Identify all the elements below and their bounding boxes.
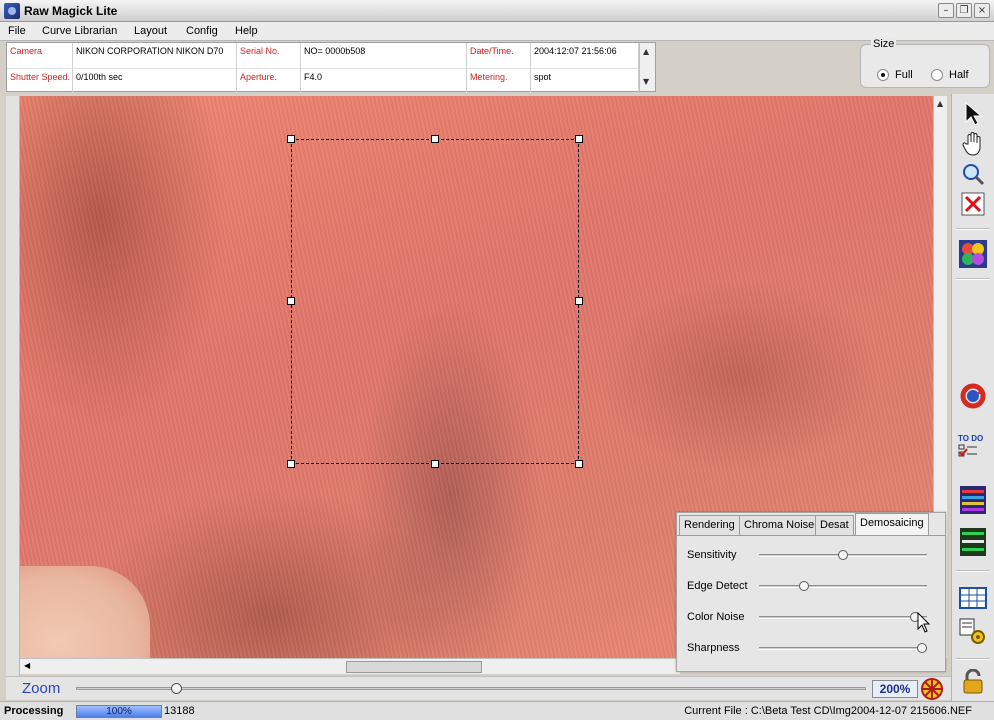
sharpness-slider-thumb[interactable] bbox=[916, 643, 927, 653]
datetime-value: 2004:12:07 21:56:06 bbox=[531, 43, 639, 68]
selection-handle[interactable] bbox=[575, 460, 583, 468]
color-noise-slider-track[interactable] bbox=[759, 616, 927, 619]
processing-panel: Rendering Chroma Noise Desat Demosaicing… bbox=[676, 512, 946, 672]
size-full-label: Full bbox=[895, 69, 913, 81]
edge-detect-label: Edge Detect bbox=[687, 580, 748, 592]
zoom-label: Zoom bbox=[22, 680, 61, 697]
color-noise-label: Color Noise bbox=[687, 611, 745, 623]
metering-label: Metering. bbox=[467, 68, 531, 93]
status-count: 13188 bbox=[164, 705, 195, 717]
sharpness-label: Sharpness bbox=[687, 642, 740, 654]
restore-button[interactable]: ❐ bbox=[956, 3, 972, 18]
size-title: Size bbox=[871, 38, 897, 50]
selection-rectangle[interactable] bbox=[287, 135, 583, 468]
menu-bar: File Curve Librarian Layout Config Help bbox=[0, 22, 994, 41]
sharpness-slider-track[interactable] bbox=[759, 647, 927, 650]
close-button[interactable]: × bbox=[974, 3, 990, 18]
todo-list-icon[interactable]: TO DO bbox=[958, 432, 988, 460]
lock-icon[interactable] bbox=[958, 668, 988, 696]
selection-handle[interactable] bbox=[287, 460, 295, 468]
tab-chroma-noise[interactable]: Chroma Noise bbox=[739, 515, 820, 535]
selection-handle[interactable] bbox=[431, 460, 439, 468]
tab-divider bbox=[677, 535, 945, 536]
menu-help[interactable]: Help bbox=[235, 25, 258, 37]
zoom-value: 200% bbox=[872, 680, 918, 698]
progress-bar: 100% bbox=[76, 705, 162, 718]
menu-config[interactable]: Config bbox=[186, 25, 218, 37]
tab-rendering[interactable]: Rendering bbox=[679, 515, 740, 535]
toolbar-separator bbox=[956, 570, 990, 572]
scroll-up-icon[interactable]: ▲ bbox=[937, 99, 943, 108]
shutter-label: Shutter Speed. bbox=[7, 68, 73, 93]
serial-label: Serial No. bbox=[237, 43, 301, 68]
camera-label: Camera bbox=[7, 43, 73, 68]
scroll-down-icon[interactable]: ▼ bbox=[643, 77, 649, 86]
aperture-label: Aperture. bbox=[237, 68, 301, 93]
shutter-value: 0/100th sec bbox=[73, 68, 237, 93]
image-skin-region bbox=[20, 566, 150, 658]
selection-handle[interactable] bbox=[287, 135, 295, 143]
horizontal-scrollbar[interactable]: ◀ bbox=[20, 658, 680, 674]
color-balls-icon[interactable] bbox=[958, 240, 988, 268]
delete-x-icon[interactable] bbox=[958, 190, 988, 218]
current-file: Current File : C:\Beta Test CD\Img2004-1… bbox=[684, 705, 972, 717]
tab-desat[interactable]: Desat bbox=[815, 515, 854, 535]
histogram-icon[interactable] bbox=[958, 486, 988, 514]
pointer-icon[interactable] bbox=[958, 100, 988, 128]
status-bar: Processing 100% 13188 Current File : C:\… bbox=[0, 701, 994, 720]
refresh-icon[interactable] bbox=[958, 382, 988, 410]
exif-info-panel: Camera NIKON CORPORATION NIKON D70 Seria… bbox=[6, 42, 656, 93]
selection-handle[interactable] bbox=[431, 135, 439, 143]
scroll-left-icon[interactable]: ◀ bbox=[24, 661, 30, 670]
left-ruler bbox=[6, 96, 20, 676]
aperture-value: F4.0 bbox=[301, 68, 467, 93]
curves-icon[interactable] bbox=[958, 528, 988, 556]
zoom-bar: Zoom 200% bbox=[6, 676, 951, 700]
status-label: Processing bbox=[4, 705, 64, 717]
hand-icon[interactable] bbox=[958, 130, 988, 158]
mouse-cursor-icon bbox=[917, 611, 931, 637]
serial-value: NO= 0000b508 bbox=[301, 43, 467, 68]
sensitivity-label: Sensitivity bbox=[687, 549, 737, 561]
size-half-radio[interactable] bbox=[931, 69, 943, 81]
menu-file[interactable]: File bbox=[8, 25, 26, 37]
selection-handle[interactable] bbox=[575, 297, 583, 305]
right-toolbar: TO DO bbox=[951, 94, 994, 720]
size-full-radio[interactable] bbox=[877, 69, 889, 81]
menu-curve-librarian[interactable]: Curve Librarian bbox=[42, 25, 117, 37]
window-title: Raw Magick Lite bbox=[24, 4, 118, 18]
progress-text: 100% bbox=[106, 706, 132, 717]
menu-layout[interactable]: Layout bbox=[134, 25, 167, 37]
sensitivity-slider-thumb[interactable] bbox=[838, 550, 848, 560]
exif-scrollbar[interactable]: ▲ ▼ bbox=[639, 43, 655, 91]
toolbar-separator bbox=[956, 228, 990, 230]
edge-detect-slider-thumb[interactable] bbox=[799, 581, 810, 591]
todo-label: TO DO bbox=[958, 433, 984, 443]
selection-handle[interactable] bbox=[287, 297, 295, 305]
size-half-label: Half bbox=[949, 69, 969, 81]
toolbar-separator bbox=[956, 658, 990, 660]
app-icon bbox=[4, 3, 20, 19]
zoom-wheel-icon[interactable] bbox=[920, 678, 944, 700]
camera-value: NIKON CORPORATION NIKON D70 bbox=[73, 43, 237, 68]
toolbar-separator bbox=[956, 278, 990, 280]
minimize-button[interactable]: – bbox=[938, 3, 954, 18]
horizontal-scroll-thumb[interactable] bbox=[346, 661, 482, 673]
metering-value: spot bbox=[531, 68, 639, 93]
scroll-up-icon[interactable]: ▲ bbox=[643, 47, 649, 56]
edge-detect-slider-track[interactable] bbox=[759, 585, 927, 588]
tab-demosaicing[interactable]: Demosaicing bbox=[855, 513, 929, 535]
title-bar: Raw Magick Lite – ❐ × bbox=[0, 0, 994, 22]
zoom-magnifier-icon[interactable] bbox=[958, 160, 988, 188]
zoom-slider-track[interactable] bbox=[76, 687, 866, 690]
size-group: Size Full Half bbox=[860, 38, 990, 88]
settings-gear-icon[interactable] bbox=[958, 618, 988, 646]
zoom-slider-thumb[interactable] bbox=[171, 683, 182, 694]
table-icon[interactable] bbox=[958, 584, 988, 612]
datetime-label: Date/Time. bbox=[467, 43, 531, 68]
selection-handle[interactable] bbox=[575, 135, 583, 143]
